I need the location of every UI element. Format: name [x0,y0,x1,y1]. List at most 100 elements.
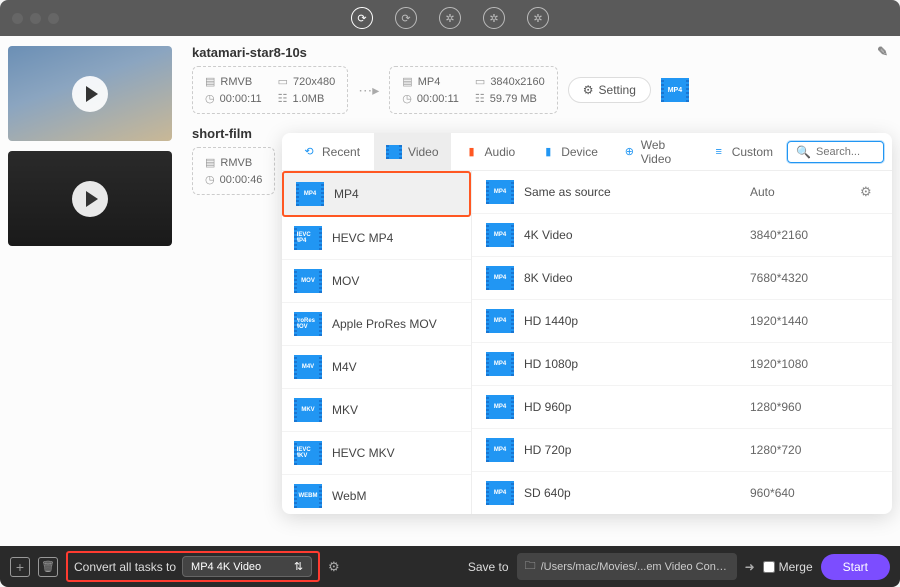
format-picker-popup: ⟲Recent Video ▮Audio ▮Device ⊕Web Video … [282,133,892,514]
task-title: short-film [192,126,252,141]
resolution-label: 8K Video [524,271,750,285]
maximize-window-icon[interactable] [48,13,59,24]
format-label: Apple ProRes MOV [332,317,437,331]
mode-toolbox-icon[interactable]: ✲ [527,7,549,29]
start-button[interactable]: Start [821,554,890,580]
format-badge-icon: MP4 [486,266,514,290]
format-badge-icon: MP4 [486,481,514,505]
folder-icon: 🗀 [525,557,536,576]
format-label: MP4 [334,187,359,201]
target-info-box: ▤MP4 ▭3840x2160 ◷00:00:11 ☷59.79 MB [389,66,557,114]
format-badge-icon[interactable]: MP4 [661,78,689,102]
resolution-label: SD 640p [524,486,750,500]
recent-icon: ⟲ [302,145,316,159]
format-badge-icon: WEBM [294,484,322,508]
resolution-label: HD 1440p [524,314,750,328]
resolution-icon: ▭ [475,75,485,88]
save-to-label: Save to [468,560,509,574]
clock-icon: ◷ [205,92,215,105]
resolution-item[interactable]: MP48K Video7680*4320 [472,257,892,300]
mode-disc-icon[interactable]: ✲ [483,7,505,29]
format-item[interactable]: WEBM WebM [282,475,471,514]
mode-download-icon[interactable]: ⟳ [395,7,417,29]
format-label: MKV [332,403,358,417]
gear-icon[interactable]: ⚙ [328,559,340,575]
resolution-label: HD 1080p [524,357,750,371]
convert-all-group: Convert all tasks to MP4 4K Video ⇅ [66,551,320,582]
resolution-list[interactable]: MP4Same as sourceAuto⚙MP44K Video3840*21… [472,171,892,514]
gear-icon[interactable]: ⚙ [860,184,878,200]
clock-icon: ◷ [402,92,412,105]
resolution-value: 960*640 [750,486,860,500]
resolution-item[interactable]: MP4Same as sourceAuto⚙ [472,171,892,214]
source-info-box: ▤RMVB ◷00:00:46 [192,147,275,195]
format-label: HEVC MP4 [332,231,393,245]
format-item[interactable]: HEVC MKVHEVC MKV [282,432,471,475]
format-item[interactable]: MP4MP4 [282,171,471,217]
mode-edit-icon[interactable]: ✲ [439,7,461,29]
disk-icon: ☷ [278,92,288,105]
resolution-item[interactable]: MP4HD 1440p1920*1440 [472,300,892,343]
tab-audio[interactable]: ▮Audio [453,133,528,170]
format-badge-icon: MP4 [486,309,514,333]
format-badge-icon: HEVC MP4 [294,226,322,250]
format-badge-icon: MP4 [486,395,514,419]
sidebar [0,36,180,546]
tab-video[interactable]: Video [374,133,450,170]
clock-icon: ◷ [205,173,215,186]
disk-icon: ☷ [475,92,485,105]
play-icon[interactable] [72,181,108,217]
tab-custom[interactable]: ≡Custom [700,133,785,170]
format-label: WebM [332,489,366,503]
file-icon: ▤ [205,75,215,88]
resolution-item[interactable]: MP4 SD 640p960*640 [472,472,892,514]
format-badge-icon: MOV [294,269,322,293]
format-list[interactable]: MP4MP4 HEVC MP4 HEVC MP4 MOVMOV ProRes MOV Ap… [282,171,472,514]
format-item[interactable]: ProRes MOV Apple ProRes MOV [282,303,471,346]
edit-icon[interactable]: ✎ [877,44,888,60]
tab-recent[interactable]: ⟲Recent [290,133,372,170]
setting-button[interactable]: ⚙ Setting [568,77,651,103]
titlebar: ⟳ ⟳ ✲ ✲ ✲ [0,0,900,36]
resolution-item[interactable]: MP4HD 1080p1920*1080 [472,343,892,386]
custom-icon: ≡ [712,145,726,159]
window-controls [12,13,59,24]
resolution-value: 1280*720 [750,443,860,457]
audio-icon: ▮ [465,145,479,159]
format-item[interactable]: M4VM4V [282,346,471,389]
resolution-item[interactable]: MP44K Video3840*2160 [472,214,892,257]
resolution-label: Same as source [524,185,750,199]
format-badge-icon: ProRes MOV [294,312,322,336]
format-item[interactable]: HEVC MP4 HEVC MP4 [282,217,471,260]
thumbnail-task-1[interactable] [8,46,172,141]
task-title: katamari-star8-10s [192,45,307,60]
search-input[interactable]: 🔍 [787,141,884,163]
format-item[interactable]: MKVMKV [282,389,471,432]
resolution-value: 1920*1080 [750,357,860,371]
tab-device[interactable]: ▮Device [529,133,610,170]
convert-all-label: Convert all tasks to [74,560,176,574]
mode-convert-icon[interactable]: ⟳ [351,7,373,29]
search-icon: 🔍 [796,145,811,159]
minimize-window-icon[interactable] [30,13,41,24]
delete-button[interactable]: 🗑 [38,557,58,577]
add-button[interactable]: + [10,557,30,577]
resolution-item[interactable]: MP4HD 720p1280*720 [472,429,892,472]
chevron-updown-icon: ⇅ [294,560,303,573]
play-icon[interactable] [72,76,108,112]
thumbnail-task-2[interactable] [8,151,172,246]
resolution-value: 1280*960 [750,400,860,414]
video-icon [386,145,402,159]
popup-tabs: ⟲Recent Video ▮Audio ▮Device ⊕Web Video … [282,133,892,171]
resolution-label: 4K Video [524,228,750,242]
resolution-item[interactable]: MP4HD 960p1280*960 [472,386,892,429]
close-window-icon[interactable] [12,13,23,24]
bottombar: + 🗑 Convert all tasks to MP4 4K Video ⇅ … [0,546,900,587]
tab-web-video[interactable]: ⊕Web Video [612,133,698,170]
format-badge-icon: MP4 [486,223,514,247]
open-folder-button[interactable]: ➜ [745,560,755,574]
merge-checkbox[interactable]: Merge [763,560,813,574]
format-item[interactable]: MOVMOV [282,260,471,303]
save-path-field[interactable]: 🗀 /Users/mac/Movies/...em Video Converte… [517,553,737,580]
convert-format-select[interactable]: MP4 4K Video ⇅ [182,556,312,577]
